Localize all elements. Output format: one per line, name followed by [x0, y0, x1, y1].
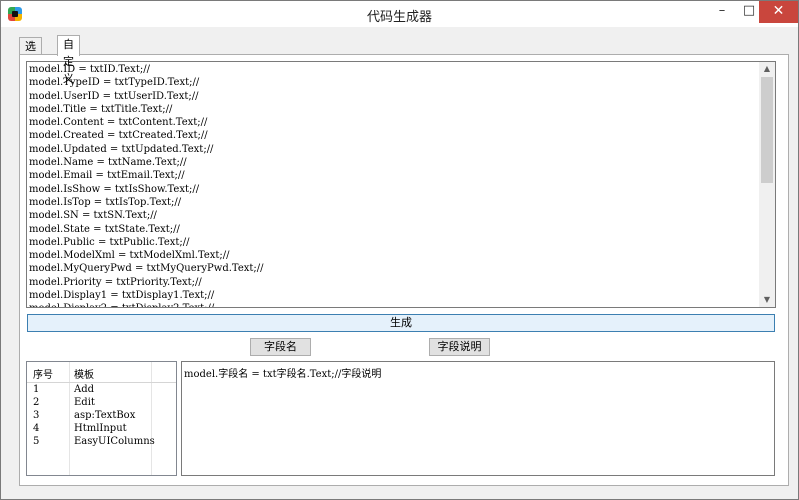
template-row-name: EasyUIColumns — [74, 436, 155, 447]
template-row-no: 4 — [33, 423, 40, 434]
template-row-name: Edit — [74, 397, 95, 408]
template-row[interactable]: 5 EasyUIColumns — [27, 435, 176, 448]
template-row-name: asp:TextBox — [74, 410, 136, 421]
scroll-down-arrow-icon[interactable]: ▼ — [759, 293, 775, 307]
column-header-template[interactable]: 模板 — [74, 366, 94, 381]
code-line: model.Public = txtPublic.Text;// — [29, 236, 190, 248]
title-bar: 代码生成器 – □ ✕ — [1, 1, 798, 27]
template-row[interactable]: 2 Edit — [27, 396, 176, 409]
template-row-no: 2 — [33, 397, 40, 408]
code-generator-window: 代码生成器 – □ ✕ 选择表 自定义 model.ID = txtID.Tex… — [0, 0, 799, 500]
template-list[interactable]: 序号 模板 1 Add 2 Edit 3 asp:TextBox 4 HtmlInput 5 Ea… — [26, 361, 177, 476]
close-button[interactable]: ✕ — [759, 1, 798, 23]
code-line: model.State = txtState.Text;// — [29, 223, 180, 235]
tab-custom[interactable]: 自定义 — [57, 35, 80, 85]
generate-button[interactable]: 生成 — [27, 314, 775, 332]
code-line: model.Title = txtTitle.Text;// — [29, 103, 173, 115]
code-line: model.MyQueryPwd = txtMyQueryPwd.Text;// — [29, 263, 264, 275]
code-line: model.TypeID = txtTypeID.Text;// — [29, 77, 200, 89]
code-line: model.SN = txtSN.Text;// — [29, 210, 157, 222]
code-line: model.IsTop = txtIsTop.Text;// — [29, 196, 182, 208]
template-row[interactable]: 4 HtmlInput — [27, 422, 176, 435]
field-description-button[interactable]: 字段说明 — [429, 338, 490, 356]
column-header-no[interactable]: 序号 — [33, 366, 53, 381]
template-list-header: 序号 模板 — [27, 362, 176, 383]
window-title: 代码生成器 — [366, 10, 432, 25]
code-line: model.Priority = txtPriority.Text;// — [29, 276, 202, 288]
code-scrollbar[interactable]: ▲ ▼ — [759, 62, 775, 307]
code-line: model.ModelXml = txtModelXml.Text;// — [29, 250, 230, 262]
scroll-up-arrow-icon[interactable]: ▲ — [759, 62, 775, 76]
code-line: model.Created = txtCreated.Text;// — [29, 130, 208, 142]
code-line: model.UserID = txtUserID.Text;// — [29, 90, 199, 102]
template-row-no: 5 — [33, 436, 40, 447]
code-line: model.Name = txtName.Text;// — [29, 157, 187, 169]
code-line: model.Content = txtContent.Text;// — [29, 117, 208, 129]
code-line: model.Updated = txtUpdated.Text;// — [29, 143, 214, 155]
template-row-no: 1 — [33, 384, 40, 395]
minimize-button[interactable]: – — [708, 1, 736, 23]
template-row-no: 3 — [33, 410, 40, 421]
template-row[interactable]: 3 asp:TextBox — [27, 409, 176, 422]
code-line: model.Display2 = txtDisplay2.Text;// — [29, 302, 754, 307]
code-line: model.IsShow = txtIsShow.Text;// — [29, 183, 200, 195]
template-row-name: HtmlInput — [74, 423, 127, 434]
template-row-name: Add — [74, 384, 95, 395]
template-textarea[interactable]: model.字段名 = txt字段名.Text;//字段说明 — [181, 361, 775, 476]
template-row[interactable]: 1 Add — [27, 383, 176, 396]
code-line: model.Email = txtEmail.Text;// — [29, 170, 185, 182]
tab-select-table[interactable]: 选择表 — [19, 37, 42, 87]
code-line: model.ID = txtID.Text;// — [29, 64, 150, 75]
field-name-button[interactable]: 字段名 — [250, 338, 311, 356]
code-output-textarea[interactable]: model.ID = txtID.Text;// model.TypeID = t… — [26, 61, 776, 308]
scroll-thumb[interactable] — [761, 77, 773, 183]
code-lines: model.ID = txtID.Text;// model.TypeID = t… — [29, 63, 754, 307]
template-text: model.字段名 = txt字段名.Text;//字段说明 — [184, 369, 382, 380]
code-line: model.Display1 = txtDisplay1.Text;// — [29, 290, 215, 302]
